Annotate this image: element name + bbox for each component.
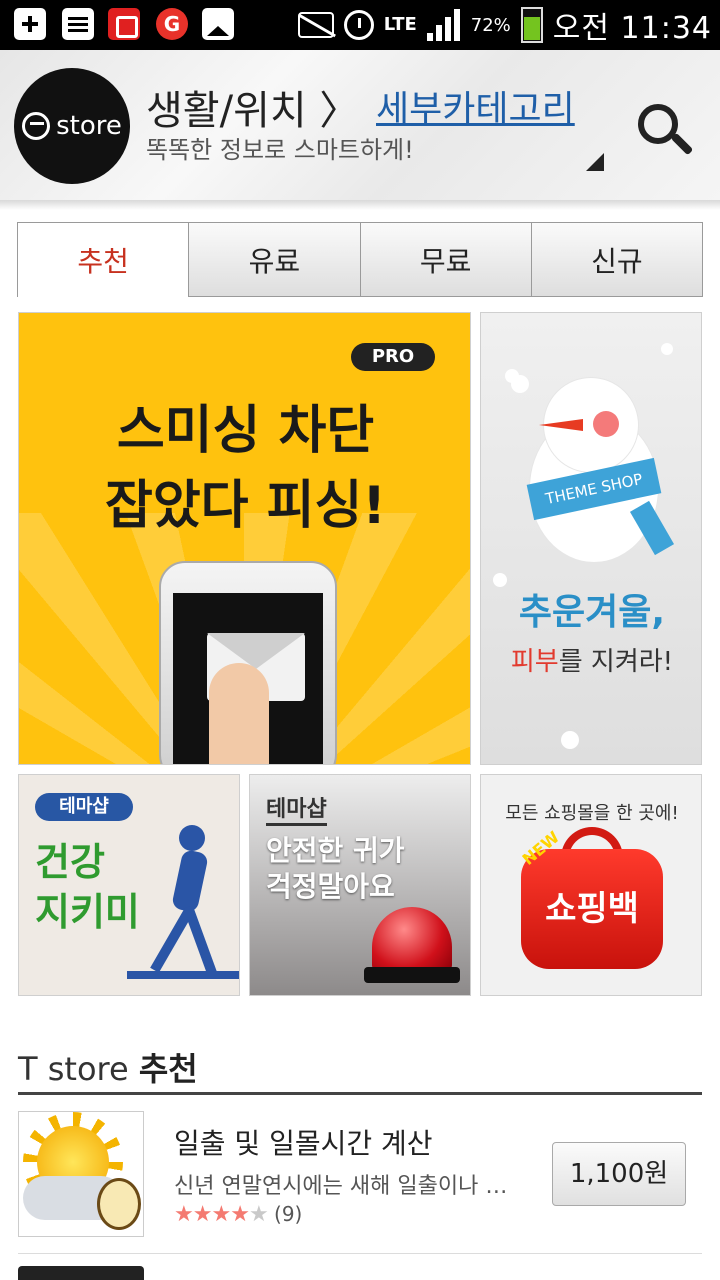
next-app-icon[interactable] (18, 1266, 144, 1280)
clock-time: 오전 11:34 (552, 11, 712, 46)
header-divider (0, 200, 720, 210)
app-title[interactable]: 일출 및 일몰시간 계산 (174, 1122, 433, 1162)
signal-icon (426, 9, 461, 41)
tstore-logo[interactable]: store (14, 68, 130, 184)
banner-headline-1: 스미싱 차단 (116, 401, 375, 461)
theme-shop-badge: 테마샵 (35, 793, 133, 821)
alarm-clock-icon (97, 1178, 141, 1230)
review-count: (9) (274, 1202, 303, 1226)
status-bar: G LTE 72% 오전 11:34 (0, 0, 720, 50)
gift-icon (108, 8, 140, 40)
sunrise-app-icon[interactable] (18, 1111, 144, 1237)
alarm-icon (343, 10, 374, 40)
section-heading: T store 추천 (18, 1044, 198, 1090)
category-tagline: 똑똑한 정보로 스마트하게! (146, 136, 414, 164)
breadcrumb-separator: 〉 (319, 88, 360, 134)
banner-smishing[interactable]: PRO 스미싱 차단 잡았다 피싱! (18, 312, 471, 765)
t-logo-icon (22, 112, 51, 140)
section-heading-prefix: T store (18, 1050, 129, 1088)
plus-icon (14, 8, 46, 40)
shopping-tagline: 모든 쇼핑몰을 한 곳에! (505, 803, 679, 824)
dropdown-corner-icon (586, 153, 604, 171)
mute-icon (297, 12, 334, 38)
theme-headline: 추운겨울, (518, 592, 666, 633)
health-line-2: 지키미 (35, 890, 140, 934)
theme-subline-rest: 를 지켜라! (558, 647, 674, 677)
star-icon: ★ (192, 1202, 213, 1227)
app-description: 신년 연말연시에는 새해 일출이나 … (174, 1174, 508, 1199)
health-line-1: 건강 (35, 840, 105, 884)
banner-shopping-bag[interactable]: 모든 쇼핑몰을 한 곳에! 쇼핑백 NEW (480, 774, 702, 996)
app-header: store 생활/위치 〉 세부카테고리 똑똑한 정보로 스마트하게! (0, 50, 720, 200)
finger-icon (209, 663, 269, 764)
section-heading-suffix: 추천 (138, 1050, 198, 1088)
list-item[interactable]: 일출 및 일몰시간 계산 신년 연말연시에는 새해 일출이나 … ★★★★★ (… (18, 1096, 702, 1254)
star-icon: ★ (211, 1202, 231, 1227)
tab-new[interactable]: 신규 (530, 223, 702, 297)
subcategory-link[interactable]: 세부카테고리 (376, 80, 575, 132)
star-icon: ★ (174, 1202, 194, 1227)
banner-theme-winter[interactable]: THEME SHOP 추운겨울, 피부를 지켜라! (480, 312, 702, 765)
tab-paid[interactable]: 유료 (188, 223, 360, 297)
battery-percent: 72% (470, 14, 511, 36)
safety-line-2: 걱정말아요 (266, 870, 395, 903)
star-icon: ★ (248, 1202, 269, 1227)
calendar-icon (62, 8, 94, 40)
category-title: 생활/위치 〉 (146, 78, 359, 136)
battery-icon (520, 7, 543, 43)
search-button[interactable] (612, 96, 712, 206)
banner-health[interactable]: 테마샵 건강 지키미 (18, 774, 240, 996)
pro-badge: PRO (351, 343, 435, 371)
g-icon: G (156, 8, 188, 40)
safety-line-1: 안전한 귀가 (266, 834, 405, 867)
shopping-bag-icon: 쇼핑백 (521, 849, 663, 969)
theme-subline: 피부를 지켜라! (481, 641, 701, 678)
image-icon (202, 8, 234, 40)
theme-subline-red: 피부 (510, 647, 559, 677)
banner-safe-home[interactable]: 테마샵 안전한 귀가 걱정말아요 (249, 774, 471, 996)
siren-icon (372, 907, 452, 971)
logo-text: store (56, 111, 122, 141)
banner-headline-2: 잡았다 피싱! (104, 476, 387, 536)
tab-recommended[interactable]: 추천 (18, 223, 189, 297)
theme-shop-badge: 테마샵 (266, 791, 327, 826)
lte-indicator: LTE (383, 14, 417, 35)
star-icon: ★ (230, 1202, 250, 1227)
tab-bar: 추천 유료 무료 신규 (17, 222, 703, 297)
price-button[interactable]: 1,100원 (552, 1142, 686, 1206)
tab-free[interactable]: 무료 (359, 223, 531, 297)
rating-stars: ★★★★★ (174, 1202, 269, 1227)
runner-icon (150, 817, 231, 977)
section-divider (18, 1092, 702, 1095)
category-name: 생활/위치 (146, 88, 307, 134)
app-rating: ★★★★★ (9) (174, 1202, 302, 1227)
